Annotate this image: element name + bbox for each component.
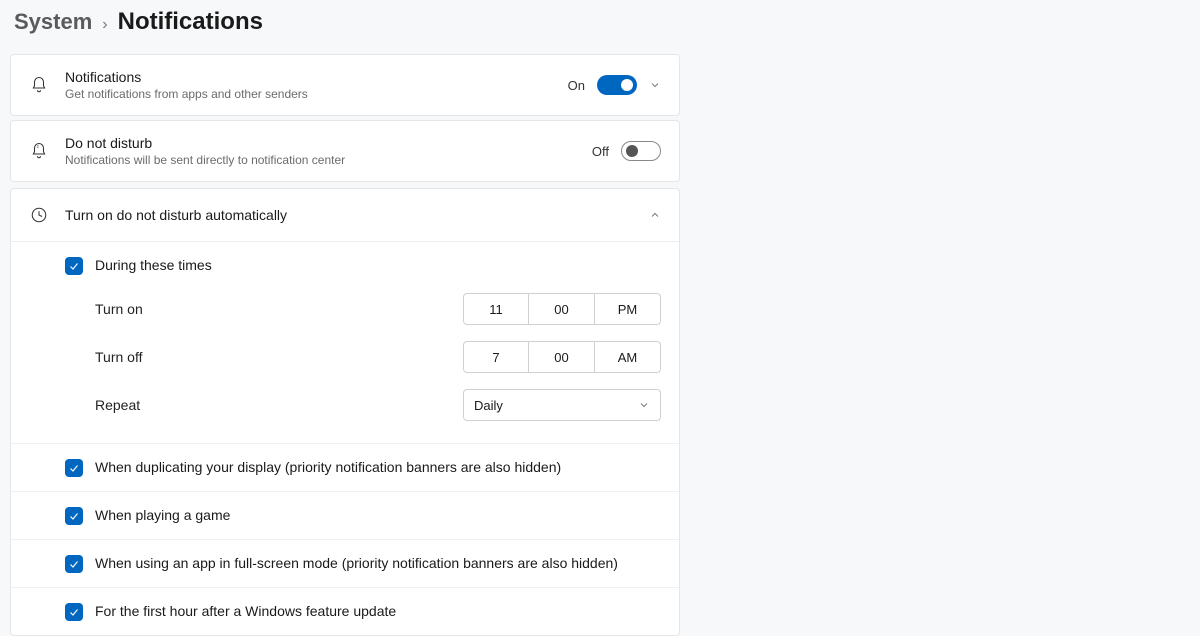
bell-icon [29, 75, 49, 95]
auto-dnd-title: Turn on do not disturb automatically [65, 207, 633, 223]
expand-notifications-button[interactable] [649, 79, 661, 91]
breadcrumb-parent[interactable]: System [14, 9, 92, 35]
dnd-state-label: Off [592, 144, 609, 159]
page-title: Notifications [118, 8, 263, 36]
during-times-row: During these times Turn on 11 00 PM Turn… [11, 242, 679, 443]
auto-dnd-card: Turn on do not disturb automatically Dur… [10, 188, 680, 636]
turn-off-minute-select[interactable]: 00 [529, 341, 595, 373]
when-duplicating-label: When duplicating your display (priority … [95, 458, 561, 475]
turn-off-ampm-select[interactable]: AM [595, 341, 661, 373]
collapse-auto-dnd-button[interactable] [649, 209, 661, 221]
after-feature-update-row: For the first hour after a Windows featu… [11, 587, 679, 635]
during-times-label: During these times [95, 256, 661, 273]
turn-on-ampm-select[interactable]: PM [595, 293, 661, 325]
turn-on-label: Turn on [95, 301, 463, 317]
dnd-title: Do not disturb [65, 135, 576, 151]
notifications-state-label: On [568, 78, 585, 93]
repeat-value: Daily [474, 398, 503, 413]
notifications-card: Notifications Get notifications from app… [10, 54, 680, 116]
when-fullscreen-checkbox[interactable] [65, 555, 83, 573]
when-duplicating-row: When duplicating your display (priority … [11, 443, 679, 491]
after-feature-update-checkbox[interactable] [65, 603, 83, 621]
when-gaming-checkbox[interactable] [65, 507, 83, 525]
svg-text:z: z [37, 144, 40, 149]
when-fullscreen-label: When using an app in full-screen mode (p… [95, 554, 618, 571]
notifications-toggle[interactable] [597, 75, 637, 95]
notifications-subtitle: Get notifications from apps and other se… [65, 87, 552, 101]
after-feature-update-label: For the first hour after a Windows featu… [95, 602, 396, 619]
dnd-subtitle: Notifications will be sent directly to n… [65, 153, 576, 167]
turn-on-minute-select[interactable]: 00 [529, 293, 595, 325]
dnd-bell-icon: z [29, 141, 49, 161]
during-times-checkbox[interactable] [65, 257, 83, 275]
when-duplicating-checkbox[interactable] [65, 459, 83, 477]
turn-on-hour-select[interactable]: 11 [463, 293, 529, 325]
when-gaming-row: When playing a game [11, 491, 679, 539]
turn-off-hour-select[interactable]: 7 [463, 341, 529, 373]
chevron-right-icon: › [102, 16, 107, 34]
notifications-title: Notifications [65, 69, 552, 85]
chevron-down-icon [638, 399, 650, 411]
breadcrumb: System › Notifications [14, 8, 680, 36]
dnd-toggle[interactable] [621, 141, 661, 161]
dnd-card: z Do not disturb Notifications will be s… [10, 120, 680, 182]
turn-off-label: Turn off [95, 349, 463, 365]
when-gaming-label: When playing a game [95, 506, 230, 523]
clock-icon [29, 205, 49, 225]
repeat-select[interactable]: Daily [463, 389, 661, 421]
auto-dnd-header[interactable]: Turn on do not disturb automatically [11, 189, 679, 242]
dnd-text: Do not disturb Notifications will be sen… [65, 135, 576, 167]
repeat-label: Repeat [95, 397, 463, 413]
when-fullscreen-row: When using an app in full-screen mode (p… [11, 539, 679, 587]
notifications-text: Notifications Get notifications from app… [65, 69, 552, 101]
